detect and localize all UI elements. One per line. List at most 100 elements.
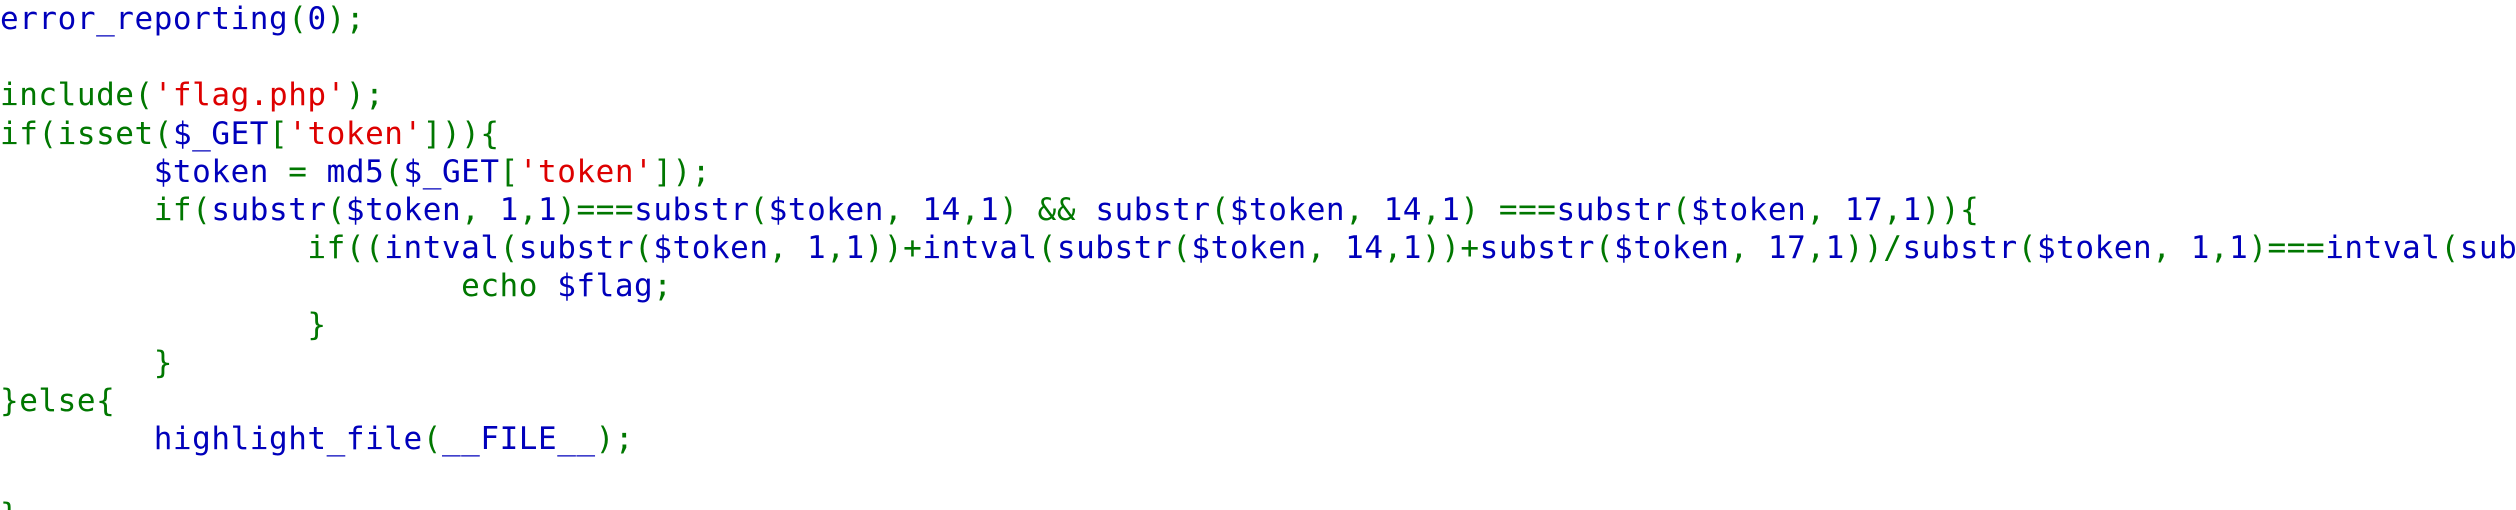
code-token: 1 [980,191,1000,228]
code-token: 'token' [288,115,423,152]
code-line: }else{ [0,382,2516,420]
code-token: }else{ [0,382,116,419]
code-token: , [1729,230,1768,267]
code-token: 14 [1383,191,1423,228]
code-token: , [1383,230,1403,267]
code-token: $_GET [403,153,500,190]
code-token: $token [653,230,769,267]
code-token: 1 [2229,230,2249,267]
code-token: 1 [1441,191,1461,228]
code-token: 0 [307,1,327,37]
code-token: substr [634,191,750,228]
code-token: ( [1594,230,1615,267]
code-token: ); [326,1,366,37]
code-token: $token [2036,230,2153,267]
code-token: , [1345,191,1384,228]
code-token: ( [384,153,404,190]
code-token: )=== [2248,230,2326,267]
code-token: $token [1229,191,1346,228]
code-token: ( [1037,230,1057,267]
code-token: , [1883,191,1903,228]
code-token: $_GET [172,115,270,152]
code-token: } [0,344,173,381]
code-line: highlight_file(__FILE__); [0,420,2516,458]
code-token: ]); [653,153,711,190]
code-token: ( [2017,230,2037,267]
code-token: 1 [1402,230,1422,267]
code-token: 1 [807,230,827,267]
code-token: echo [0,268,558,305]
code-token: ); [595,421,635,458]
code-token: if(( [0,230,385,267]
code-token: [ [499,153,519,190]
code-token: substr [1902,230,2018,267]
code-token: } [0,497,19,510]
code-token: $token [1614,230,1730,267]
code-token: ))+ [864,230,923,267]
code-token: substr [1056,230,1173,267]
code-token: 17 [1767,230,1807,267]
code-line: } [0,344,2516,382]
code-token: 1 [499,191,519,228]
code-token: , [1806,230,1826,267]
code-token: substr [211,191,327,228]
code-block: error_reporting(0); include('flag.php');… [0,0,2516,510]
code-token: $token [345,191,462,228]
code-token: ( [2440,230,2460,267]
code-token: ( [1210,191,1230,228]
code-line: if(substr($token, 1,1)===substr($token, … [0,191,2516,229]
code-token: ( [1172,230,1192,267]
code-token: , [518,191,539,228]
code-token: ); [345,77,385,114]
code-token: 1 [845,230,865,267]
code-token: __FILE__ [441,421,596,458]
code-line: } [0,496,2516,510]
code-line: error_reporting(0); [0,0,2516,38]
code-token: if( [0,191,212,228]
code-token: , [960,191,981,228]
code-line: $token = md5($_GET['token']); [0,153,2516,191]
code-token: $flag [557,268,654,305]
code-token: [ [269,115,289,152]
code-token: intval [922,230,1038,267]
code-token: ( [1671,191,1692,228]
code-token: highlight_file [153,421,423,458]
code-token: ( [422,421,442,458]
code-token: , [768,230,808,267]
code-token: , [2209,230,2230,267]
code-token: 1 [538,191,558,228]
code-token: , [2152,230,2191,267]
code-token: ) === [1460,191,1557,228]
code-token: )){ [1921,191,1980,228]
code-token: , [1806,191,1845,228]
code-token: ))/ [1844,230,1903,267]
code-token: = [288,153,327,190]
code-token: substr [518,230,635,267]
code-token: substr [1556,191,1672,228]
code-token: 14 [922,191,961,228]
code-token: ))+ [1422,230,1480,267]
code-token: ( [499,230,519,267]
code-token: 1 [1902,191,1922,228]
php-source-view: error_reporting(0); include('flag.php');… [0,0,2516,510]
code-token: ( [749,191,769,228]
code-token: substr [1095,191,1211,228]
code-token: ( [288,1,308,37]
code-token: if(isset( [0,115,173,152]
code-token: $token [1191,230,1307,267]
code-token: , [883,191,923,228]
code-lines: error_reporting(0); include('flag.php');… [0,0,2516,510]
code-token: ( [634,230,654,267]
code-token: intval [2325,230,2441,267]
code-line: if((intval(substr($token, 1,1))+intval(s… [0,229,2516,267]
code-token: $token [1691,191,1807,228]
code-token: substr [2459,230,2516,267]
code-token: intval [384,230,500,267]
code-token: error_reporting [0,1,289,37]
code-token: , [1422,191,1442,228]
code-token: ])){ [422,115,500,152]
